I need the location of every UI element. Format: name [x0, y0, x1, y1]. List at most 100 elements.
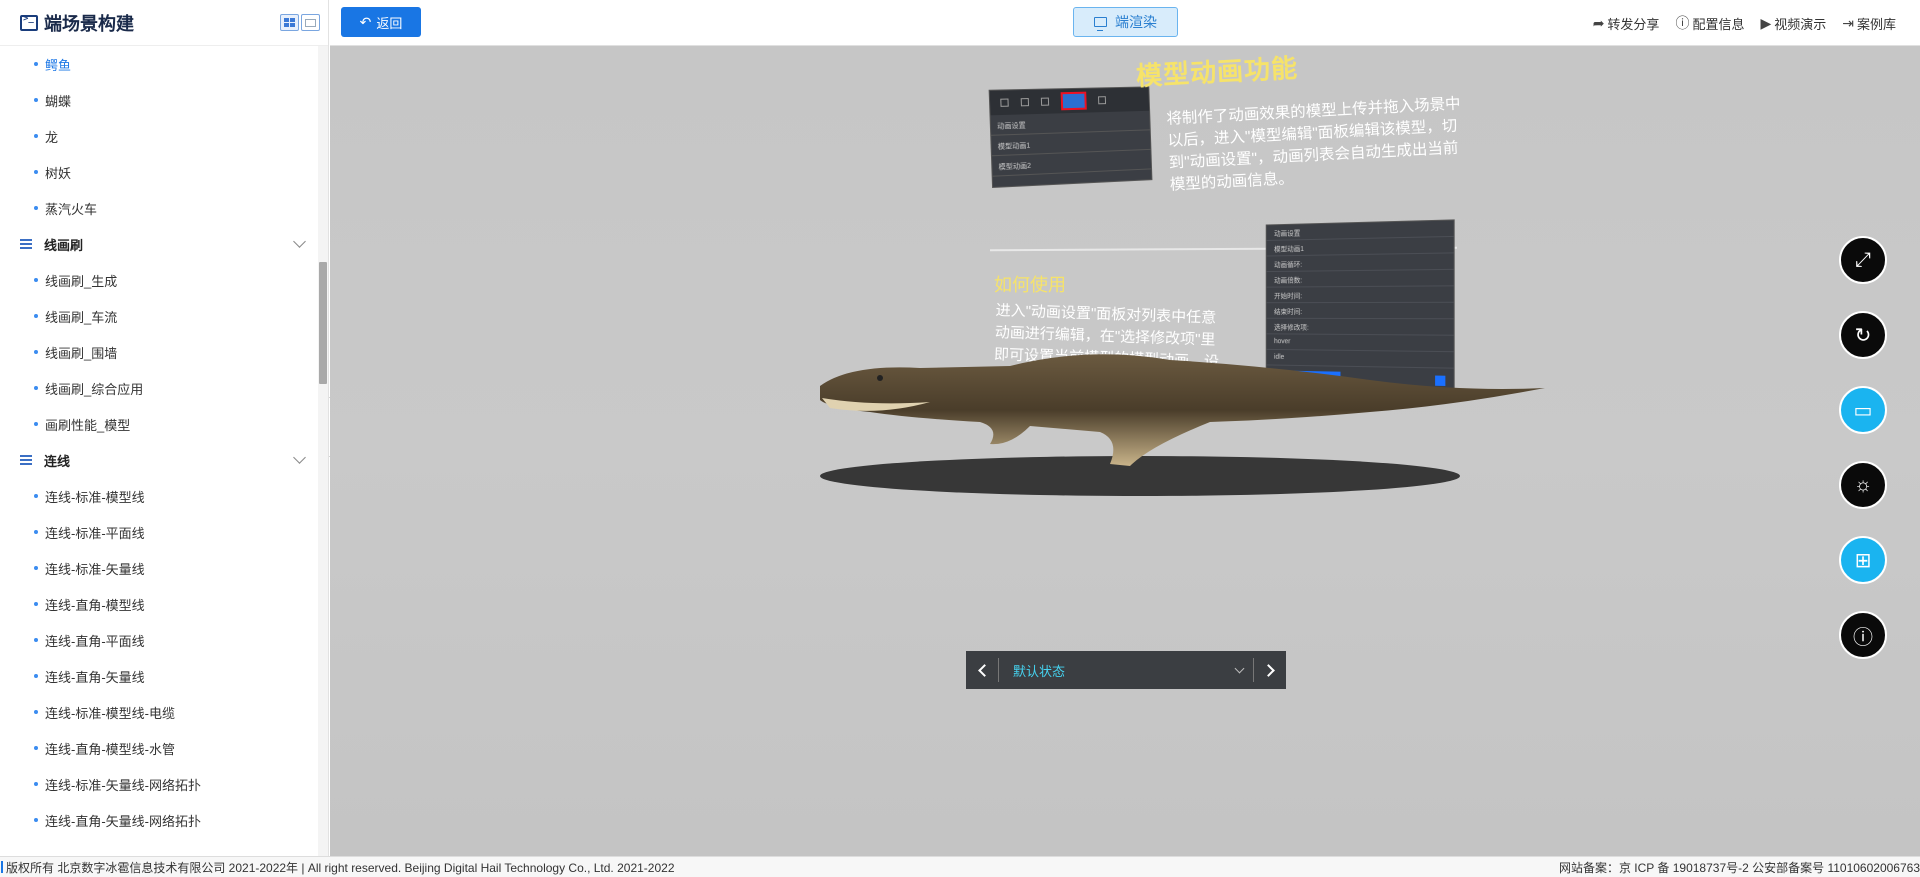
rotate-icon: ↻ [1855, 323, 1872, 348]
video-button[interactable]: ▭ [1839, 386, 1887, 434]
grid-button[interactable]: ⊞ [1839, 536, 1887, 584]
rotate-button[interactable]: ↻ [1839, 311, 1887, 359]
sidebar-item[interactable]: 连线-直角-模型线 [0, 586, 318, 622]
image-view-icon[interactable] [301, 14, 320, 31]
sidebar-item[interactable]: 连线-直角-矢量线 [0, 658, 318, 694]
top-link[interactable]: ⓘ 配置信息 [1675, 13, 1744, 33]
bullet-icon [34, 638, 38, 642]
sidebar-item[interactable]: 线画刷_生成 [0, 262, 318, 298]
sidebar-item[interactable]: 鳄鱼 [0, 46, 318, 82]
state-select-value: 默认状态 [1013, 661, 1065, 680]
next-state-button[interactable] [1254, 651, 1286, 689]
sidebar-item[interactable]: 线画刷_车流 [0, 298, 318, 334]
sidebar-item[interactable]: 线画刷_综合应用 [0, 370, 318, 406]
exit-icon: ⇥ [1842, 15, 1854, 32]
render-mode-button[interactable]: 端渲染 [1073, 7, 1178, 37]
sidebar-item-label: 鳄鱼 [45, 55, 71, 74]
sidebar-item-label: 连线-直角-平面线 [45, 631, 145, 650]
bullet-icon [34, 530, 38, 534]
bullet-icon [34, 98, 38, 102]
scrollbar-thumb[interactable] [319, 262, 327, 384]
sidebar-item[interactable]: 龙 [0, 118, 318, 154]
chevron-down-icon [1235, 663, 1245, 673]
bullet-icon [34, 782, 38, 786]
scene-viewport[interactable]: 动画设置 模型动画1 模型动画2 模型动画功能 将制作了动画效果的模型上传并拖入… [330, 46, 1920, 856]
sidebar-item-label: 线画刷_综合应用 [45, 379, 143, 398]
sidebar-item[interactable]: 连线-标准-矢量线-网络拓扑 [0, 766, 318, 802]
bullet-icon [34, 674, 38, 678]
topbar: ↶ 返回 端渲染 ➦ 转发分享 ⓘ 配置信息 ▶ 视频演示 ⇥ 案例库 [330, 0, 1920, 46]
sidebar-item-label: 蝴蝶 [45, 91, 71, 110]
top-link-label: 配置信息 [1692, 14, 1744, 33]
top-link[interactable]: ⇥ 案例库 [1842, 14, 1896, 33]
view-toggles [280, 14, 320, 31]
sidebar-item[interactable]: 连线-直角-模型线-水管 [0, 730, 318, 766]
state-select[interactable]: 默认状态 [999, 661, 1253, 680]
back-button[interactable]: ↶ 返回 [341, 7, 421, 37]
video-icon: ▭ [1854, 398, 1873, 423]
chevron-right-icon [1262, 664, 1275, 677]
animation-panel-image: 动画设置 模型动画1 模型动画2 [989, 86, 1153, 188]
sidebar-item-label: 连线-标准-矢量线-网络拓扑 [45, 775, 201, 794]
sidebar-item-label: 连线-直角-矢量线 [45, 667, 145, 686]
sidebar-item[interactable]: 线画刷_围墙 [0, 334, 318, 370]
bullet-icon [34, 350, 38, 354]
bullet-icon [34, 746, 38, 750]
scrollbar-track[interactable] [318, 46, 328, 856]
sidebar-group[interactable]: 线画刷 [0, 226, 318, 262]
sidebar-item[interactable]: 连线-直角-矢量线-网络拓扑 [0, 802, 318, 838]
bullet-icon [34, 278, 38, 282]
sidebar-group-label: 连线 [44, 451, 70, 470]
copyright-text: 版权所有 北京数字冰雹信息技术有限公司 2021-2022年 | All rig… [6, 859, 675, 876]
feature-title: 模型动画功能 [1135, 48, 1299, 93]
bullet-icon [34, 386, 38, 390]
sidebar-item[interactable]: 蒸汽火车 [0, 190, 318, 226]
fullscreen-button[interactable]: ⤢ [1839, 236, 1887, 284]
sidebar-item-label: 连线-直角-模型线-水管 [45, 739, 175, 758]
sidebar-item[interactable]: 树妖 [0, 154, 318, 190]
panel-row: 结束时间: [1267, 303, 1454, 319]
play-icon: ▶ [1760, 15, 1771, 32]
sidebar-item[interactable]: 连线-标准-模型线-电缆 [0, 694, 318, 730]
sidebar-item[interactable]: 连线-标准-模型线 [0, 478, 318, 514]
sidebar-item[interactable]: 连线-标准-平面线 [0, 514, 318, 550]
sidebar-item[interactable]: 画刷性能_模型 [0, 406, 318, 442]
sidebar-item[interactable]: 蝴蝶 [0, 82, 318, 118]
sidebar-item-label: 树妖 [45, 163, 71, 182]
sidebar-item-label: 画刷性能_模型 [45, 415, 130, 434]
panel-row: 选择修改项: [1267, 319, 1454, 336]
info-button[interactable]: ⓘ [1839, 611, 1887, 659]
weather-button[interactable]: ☼ [1839, 461, 1887, 509]
info-icon: ⓘ [1853, 621, 1873, 650]
sidebar-item[interactable]: 连线-标准-矢量线 [0, 550, 318, 586]
sidebar-item-label: 线画刷_车流 [45, 307, 117, 326]
chevron-down-icon [293, 235, 306, 248]
sidebar-item-label: 连线-直角-矢量线-网络拓扑 [45, 811, 201, 830]
top-link-label: 案例库 [1857, 14, 1896, 33]
back-arrow-icon: ↶ [360, 14, 372, 31]
monitor-icon [1094, 17, 1107, 27]
sidebar-group[interactable]: 连线 [0, 442, 318, 478]
top-link[interactable]: ▶ 视频演示 [1760, 14, 1826, 33]
grid-icon: ⊞ [1855, 548, 1872, 573]
sidebar-item[interactable]: 连线-直角-平面线 [0, 622, 318, 658]
sidebar-item-label: 连线-直角-模型线 [45, 595, 145, 614]
fullscreen-icon: ⤢ [1855, 249, 1871, 272]
icp-text: 网站备案：京 ICP 备 19018737号-2 公安部备案号 11010602… [1559, 859, 1920, 876]
bullet-icon [34, 134, 38, 138]
grid-view-icon[interactable] [280, 14, 299, 31]
prev-state-button[interactable] [966, 651, 998, 689]
crocodile-model[interactable] [810, 336, 1550, 506]
bullet-icon [34, 710, 38, 714]
top-link-label: 转发分享 [1607, 14, 1659, 33]
footer: 版权所有 北京数字冰雹信息技术有限公司 2021-2022年 | All rig… [0, 856, 1920, 877]
sidebar-header: 端场景构建 [0, 0, 328, 46]
sidebar-title: 端场景构建 [44, 10, 134, 36]
list-icon [20, 455, 32, 465]
share-icon: ➦ [1593, 15, 1605, 32]
weather-icon: ☼ [1854, 474, 1872, 497]
sidebar-item-label: 连线-标准-模型线-电缆 [45, 703, 175, 722]
bullet-icon [34, 314, 38, 318]
top-link[interactable]: ➦ 转发分享 [1593, 14, 1660, 33]
side-toolbar: ⤢ ↻ ▭ ☼ ⊞ ⓘ [1839, 236, 1887, 659]
